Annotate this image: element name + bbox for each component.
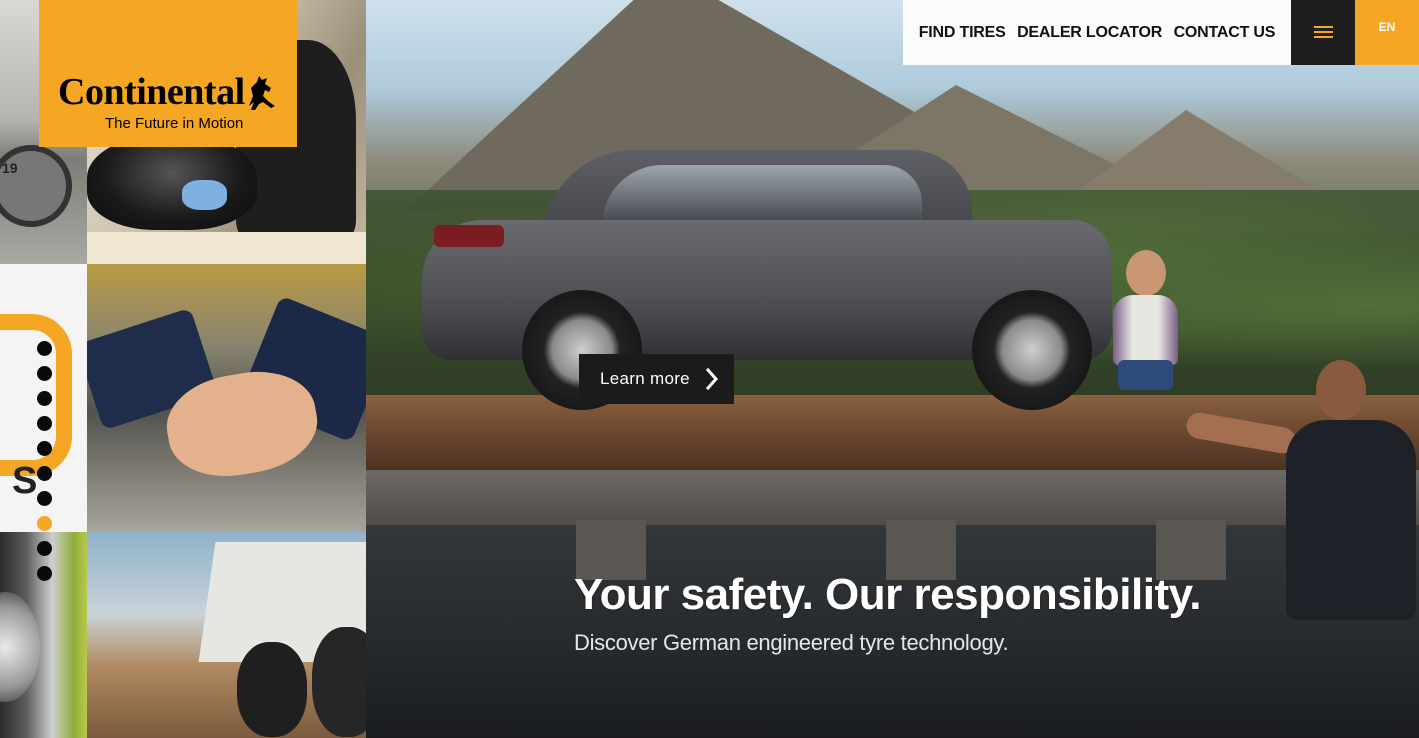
language-selector[interactable]: EN xyxy=(1355,0,1419,65)
slider-dot[interactable] xyxy=(37,416,52,431)
hero-banner: Your safety. Our responsibility. Discove… xyxy=(366,0,1419,738)
brand-tagline: The Future in Motion xyxy=(105,115,244,132)
man-figure xyxy=(1184,360,1419,620)
horse-icon xyxy=(249,76,275,110)
menu-button[interactable] xyxy=(1291,0,1355,65)
hero-subtitle: Discover German engineered tyre technolo… xyxy=(574,630,1009,655)
brand-logo[interactable]: Continental The Future in Motion xyxy=(39,0,297,147)
handshake-image xyxy=(87,264,366,532)
nav-dealer-locator[interactable]: DEALER LOCATOR xyxy=(1017,24,1162,42)
slider-dot[interactable] xyxy=(37,466,52,481)
slider-dot[interactable] xyxy=(37,391,52,406)
top-navigation: FIND TIRES DEALER LOCATOR CONTACT US xyxy=(903,0,1291,65)
slider-dot[interactable] xyxy=(37,566,52,581)
suv-car-image xyxy=(422,150,1112,410)
racecar-number: 19 xyxy=(2,160,18,176)
slider-dot[interactable] xyxy=(37,366,52,381)
child-figure xyxy=(1108,250,1183,410)
slider-dot[interactable] xyxy=(37,541,52,556)
learn-more-button[interactable]: Learn more xyxy=(579,354,734,404)
chevron-right-icon xyxy=(705,368,719,390)
slider-dot-active[interactable] xyxy=(37,516,52,531)
brand-wordmark: Continental xyxy=(58,71,245,113)
hero-title: Your safety. Our responsibility. xyxy=(574,570,1202,619)
truck-image xyxy=(87,532,366,738)
slider-dot[interactable] xyxy=(37,341,52,356)
nav-find-tires[interactable]: FIND TIRES xyxy=(919,24,1006,42)
learn-more-label: Learn more xyxy=(600,369,690,388)
slider-dot[interactable] xyxy=(37,491,52,506)
slider-dot[interactable] xyxy=(37,441,52,456)
slider-pagination xyxy=(37,341,53,591)
nav-contact-us[interactable]: CONTACT US xyxy=(1174,24,1276,42)
